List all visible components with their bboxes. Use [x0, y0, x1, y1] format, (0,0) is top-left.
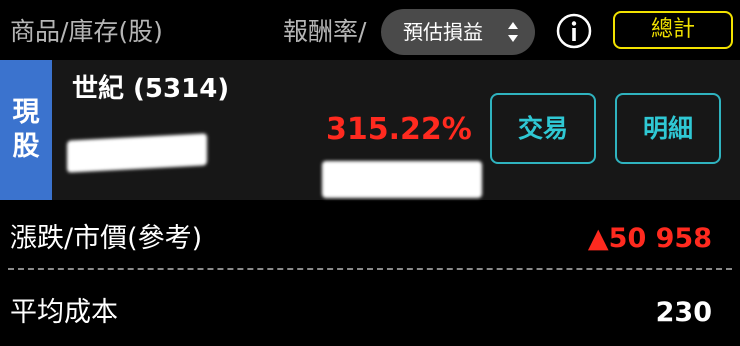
average-cost-value: 230	[655, 297, 712, 328]
sort-updown-icon	[508, 22, 518, 42]
product-inventory-header: 商品/庫存(股)	[10, 17, 163, 46]
redacted-quantity	[67, 133, 207, 173]
profit-mode-dropdown[interactable]: 預估損益	[381, 9, 535, 55]
price-change-label: 漲跌/市價(參考)	[10, 223, 203, 254]
stock-type-tag-line2: 股	[12, 131, 40, 162]
dropdown-value: 預估損益	[403, 20, 483, 44]
average-cost-label: 平均成本	[10, 297, 118, 328]
trade-button[interactable]: 交易	[490, 93, 596, 164]
stock-type-tag-line1: 現	[12, 97, 40, 128]
total-button[interactable]: 總計	[613, 11, 733, 49]
price-change-value: ▲50 958	[587, 223, 712, 254]
list-header: 商品/庫存(股) 報酬率/ 預估損益 總計	[0, 0, 740, 64]
detail-button[interactable]: 明細	[615, 93, 721, 164]
return-rate-header: 報酬率/	[283, 17, 367, 46]
stock-type-tag: 現 股	[0, 60, 52, 200]
stock-name: 世紀 (5314)	[72, 74, 230, 104]
info-icon[interactable]	[556, 13, 592, 49]
redacted-profit-value	[322, 161, 482, 198]
holding-row[interactable]: 現 股 世紀 (5314) 315.22% 交易 明細	[0, 60, 740, 200]
average-cost-row: 平均成本 230	[0, 282, 740, 344]
return-rate-value: 315.22%	[326, 112, 472, 147]
row-divider	[8, 268, 732, 270]
price-change-row: 漲跌/市價(參考) ▲50 958	[0, 208, 740, 270]
